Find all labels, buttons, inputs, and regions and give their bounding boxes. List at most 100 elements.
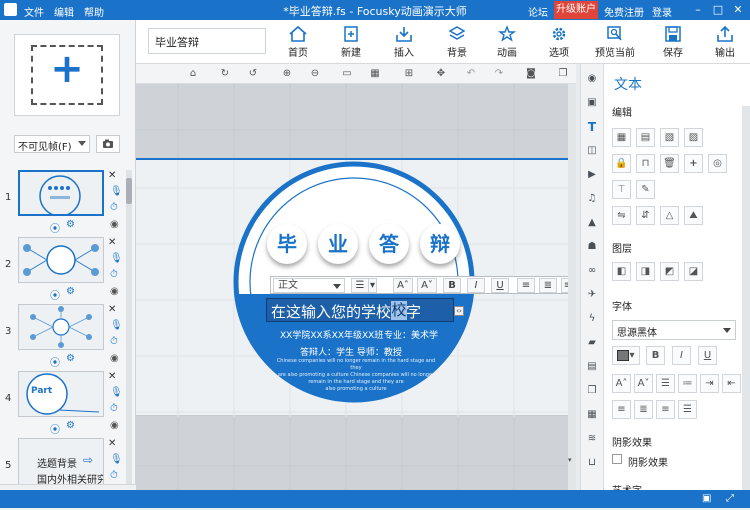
bring-front-icon[interactable]: ◧ [612, 262, 631, 281]
title-char-ball[interactable]: 答 [369, 224, 409, 264]
gear-icon[interactable]: ⚙ [66, 353, 75, 364]
upgrade-account-button[interactable]: 升级账户 [554, 1, 598, 19]
options-button[interactable]: 选项 [536, 22, 582, 62]
visibility-select[interactable]: 不可见帧(F) [14, 135, 90, 153]
gear-icon[interactable]: ⚙ [66, 420, 75, 431]
slide-item-3[interactable]: 3 ✕ 🎙 ⏱ ⦿ ⚙ ◉ [0, 302, 126, 369]
minimize-icon[interactable]: – [690, 2, 706, 18]
document-name-field[interactable]: 毕业答辩 [148, 28, 266, 54]
send-backward-icon[interactable]: ◩ [660, 262, 679, 281]
underline-button[interactable]: U [698, 346, 717, 365]
music-icon[interactable]: ♫ [585, 192, 599, 206]
zoom-out-icon[interactable]: ⊖ [308, 67, 322, 81]
new-button[interactable]: 新建 [328, 22, 374, 62]
redo-icon[interactable]: ↷ [492, 67, 506, 81]
mirror-icon[interactable]: ⇵ [636, 206, 655, 225]
microphone-icon[interactable]: 🎙 [110, 387, 123, 398]
play-icon[interactable]: ⦿ [50, 287, 60, 302]
play-icon[interactable]: ⦿ [50, 421, 60, 436]
edit-tool-3-icon[interactable]: ▧ [660, 128, 679, 147]
undo-icon[interactable]: ↶ [464, 67, 478, 81]
cap-icon[interactable]: ▰ [585, 336, 599, 350]
flip-icon[interactable]: ⇋ [612, 206, 631, 225]
text-style-icon[interactable]: T [612, 180, 631, 199]
unlock-icon[interactable]: ⊓ [636, 154, 655, 173]
eye-icon[interactable]: ◉ [110, 353, 119, 364]
chart-icon[interactable]: ▲ [585, 216, 599, 230]
increase-font-icon[interactable]: A˄ [393, 278, 413, 293]
school-name-textbox[interactable]: 在这输入您的学校名字 校 [266, 298, 454, 322]
move-icon[interactable]: ✥ [434, 67, 448, 81]
home-view-icon[interactable]: ⌂ [186, 67, 200, 81]
video-icon[interactable]: ▶ [585, 168, 599, 182]
register-link[interactable]: 免费注册 [604, 4, 644, 19]
rotate-right-icon[interactable]: ↻ [218, 67, 232, 81]
timer-icon[interactable]: ⏱ [110, 336, 118, 347]
edit-tool-4-icon[interactable]: ▨ [684, 128, 703, 147]
gear-icon[interactable]: ⚙ [66, 219, 75, 230]
microphone-icon[interactable]: 🎙 [110, 186, 123, 197]
list-icon[interactable]: ☰ [351, 278, 369, 293]
scroll-down-icon[interactable]: ▾ [568, 456, 572, 464]
flash-icon[interactable]: ϟ [585, 312, 599, 326]
align-center-icon[interactable]: ≣ [634, 400, 653, 419]
lock-icon[interactable]: 🔒 [612, 154, 631, 173]
title-char-ball[interactable]: 毕 [267, 224, 307, 264]
paragraph-style-select[interactable]: 正文 [273, 278, 345, 293]
title-char-ball[interactable]: 辩 [420, 224, 460, 264]
delete-slide-icon[interactable]: ✕ [108, 170, 116, 181]
close-icon[interactable]: ✕ [730, 2, 746, 18]
triangle-icon[interactable]: △ [660, 206, 679, 225]
layout-icon[interactable]: ▦ [585, 408, 599, 422]
export-button[interactable]: 输出 [702, 22, 748, 62]
zoom-in-icon[interactable]: ⊕ [280, 67, 294, 81]
send-back-icon[interactable]: ◪ [684, 262, 703, 281]
slide-item-4[interactable]: 4 Part ✕ 🎙 ⏱ ⦿ ⚙ ◉ [0, 369, 126, 436]
microphone-icon[interactable]: 🎙 [110, 320, 123, 331]
brush-icon[interactable]: ✎ [636, 180, 655, 199]
screenshot-icon[interactable]: ◙ [524, 67, 538, 81]
decrease-font-icon[interactable]: A˅ [417, 278, 437, 293]
login-link[interactable]: 登录 [652, 4, 672, 19]
align-justify-icon[interactable]: ☰ [678, 400, 697, 419]
delete-slide-icon[interactable]: ✕ [108, 438, 116, 449]
grid-icon[interactable]: ▦ [368, 67, 382, 81]
text-icon[interactable]: T [585, 120, 599, 134]
timer-icon[interactable]: ⏱ [110, 202, 118, 213]
slide-item-2[interactable]: 2 ✕ 🎙 ⏱ ⦿ ⚙ ◉ [0, 235, 126, 302]
font-family-select[interactable]: 思源黑体 [612, 320, 736, 340]
layers-icon[interactable]: ≋ [585, 432, 599, 446]
eye-icon[interactable]: ◉ [110, 219, 119, 230]
numbered-list-icon[interactable]: ≔ [678, 374, 697, 393]
add-frame-button[interactable]: + [14, 34, 120, 116]
outdent-icon[interactable]: ⇤ [722, 374, 741, 393]
gallery-icon[interactable]: ▤ [585, 360, 599, 374]
bring-forward-icon[interactable]: ◨ [636, 262, 655, 281]
image-icon[interactable]: ▣ [585, 96, 599, 110]
home-button[interactable]: 首页 [275, 22, 321, 62]
gear-icon[interactable]: ⚙ [66, 286, 75, 297]
link-icon[interactable]: ∞ [585, 264, 599, 278]
add-icon[interactable]: + [684, 154, 703, 173]
delete-icon[interactable]: 🗑 [660, 154, 679, 173]
slide-item-1[interactable]: 1 ✕ 🎙 ⏱ ⦿ ⚙ ◉ [0, 168, 126, 235]
shape-icon[interactable]: ◉ [585, 72, 599, 86]
indent-icon[interactable]: ⇥ [700, 374, 719, 393]
bold-button[interactable]: B [646, 346, 665, 365]
copy-icon[interactable]: ❐ [585, 384, 599, 398]
timer-icon[interactable]: ⏱ [110, 269, 118, 280]
text-color-picker[interactable]: ▾ [612, 346, 640, 365]
align-left-icon[interactable]: ≡ [517, 278, 535, 293]
delete-slide-icon[interactable]: ✕ [108, 237, 116, 248]
microphone-icon[interactable]: 🎙 [110, 253, 123, 264]
list-dropdown-icon[interactable]: ▾ [369, 278, 377, 293]
plane-icon[interactable]: ✈ [585, 288, 599, 302]
timer-icon[interactable]: ⏱ [110, 470, 118, 481]
slide-list-scrollbar[interactable] [126, 170, 132, 484]
underline-button[interactable]: U [491, 278, 509, 293]
canvas-vertical-scrollbar[interactable]: ▾ [568, 84, 576, 490]
shadow-checkbox[interactable] [612, 454, 622, 464]
edit-tool-2-icon[interactable]: ▤ [636, 128, 655, 147]
align-left-icon[interactable]: ≡ [612, 400, 631, 419]
scrollbar-thumb[interactable] [126, 178, 132, 204]
